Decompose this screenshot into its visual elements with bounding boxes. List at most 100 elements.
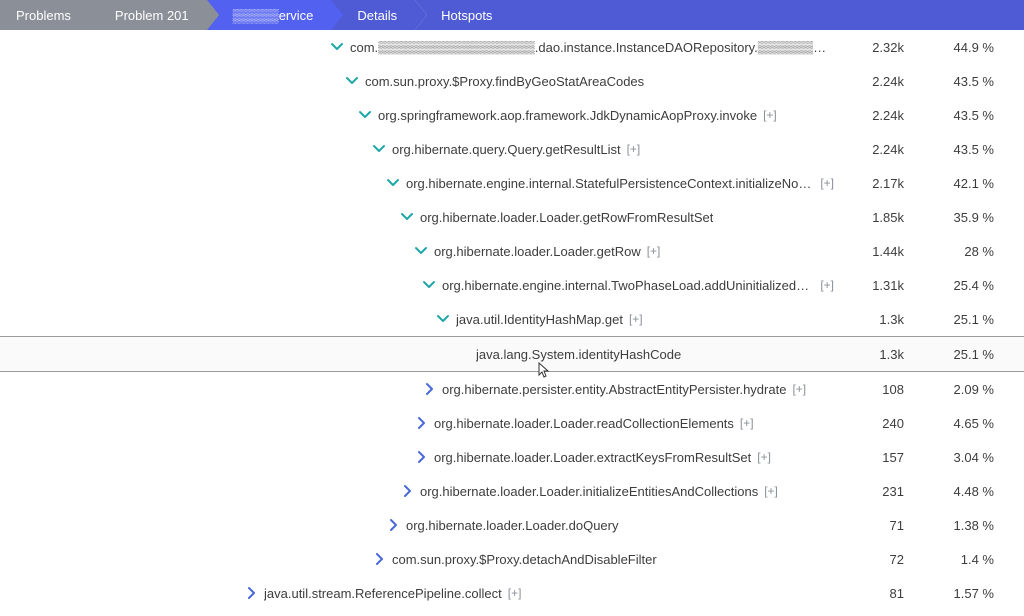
- tree-row-name[interactable]: org.hibernate.loader.Loader.getRow: [434, 244, 641, 259]
- calls-value: 2.32k: [834, 40, 914, 55]
- tree-row-name[interactable]: org.hibernate.engine.internal.StatefulPe…: [406, 176, 814, 191]
- tree-row-name[interactable]: org.hibernate.engine.internal.TwoPhaseLo…: [442, 278, 814, 293]
- breadcrumb-label: Problem 201: [115, 8, 189, 23]
- percent-value: 4.48 %: [914, 484, 1024, 499]
- tree-row[interactable]: org.hibernate.loader.Loader.getRowFromRe…: [0, 200, 1024, 234]
- tree-row-label-area: org.hibernate.loader.Loader.extractKeysF…: [0, 450, 834, 465]
- calls-value: 2.24k: [834, 74, 914, 89]
- breadcrumb-label: Problems: [16, 8, 71, 23]
- tree-row-name[interactable]: org.hibernate.loader.Loader.getRowFromRe…: [420, 210, 713, 225]
- percent-value: 4.65 %: [914, 416, 1024, 431]
- tree-row-label-area: org.hibernate.persister.entity.AbstractE…: [0, 382, 834, 397]
- expand-plus-icon[interactable]: [+]: [757, 450, 771, 464]
- tree-row-label-area: com.sun.proxy.$Proxy.findByGeoStatAreaCo…: [0, 74, 834, 89]
- chevron-down-icon[interactable]: [400, 210, 414, 224]
- tree-row-name[interactable]: com.sun.proxy.$Proxy.detachAndDisableFil…: [392, 552, 657, 567]
- tree-row[interactable]: java.util.stream.ReferencePipeline.colle…: [0, 576, 1024, 610]
- tree-row-name[interactable]: com.▒▒▒▒▒▒▒▒▒▒▒▒▒▒▒▒▒.dao.instance.Insta…: [350, 40, 834, 55]
- tree-row-name[interactable]: org.hibernate.query.Query.getResultList: [392, 142, 621, 157]
- expand-plus-icon[interactable]: [+]: [820, 176, 834, 190]
- tree-row[interactable]: org.hibernate.loader.Loader.getRow [+] 1.4…: [0, 234, 1024, 268]
- expand-plus-icon[interactable]: [+]: [508, 586, 522, 600]
- expand-plus-icon[interactable]: [+]: [763, 108, 777, 122]
- chevron-down-icon[interactable]: [345, 74, 359, 88]
- percent-value: 28 %: [914, 244, 1024, 259]
- tree-row[interactable]: com.sun.proxy.$Proxy.detachAndDisableFil…: [0, 542, 1024, 576]
- tree-row-name[interactable]: org.hibernate.loader.Loader.initializeEn…: [420, 484, 758, 499]
- expand-plus-icon[interactable]: [+]: [647, 244, 661, 258]
- tree-row-name[interactable]: org.hibernate.loader.Loader.extractKeysF…: [434, 450, 751, 465]
- calls-value: 1.3k: [834, 347, 914, 362]
- breadcrumbs: Problems Problem 201 ▒▒▒▒▒ervice Details Hot…: [0, 0, 1024, 30]
- tree-row-name[interactable]: org.hibernate.loader.Loader.readCollecti…: [434, 416, 734, 431]
- tree-row[interactable]: org.hibernate.persister.entity.AbstractE…: [0, 372, 1024, 406]
- tree-row[interactable]: org.springframework.aop.framework.JdkDyn…: [0, 98, 1024, 132]
- expand-plus-icon[interactable]: [+]: [820, 278, 834, 292]
- calls-value: 1.44k: [834, 244, 914, 259]
- tree-row-name[interactable]: java.util.IdentityHashMap.get: [456, 312, 623, 327]
- tree-row-label-area: org.hibernate.engine.internal.StatefulPe…: [0, 176, 834, 191]
- tree-row-name[interactable]: java.util.stream.ReferencePipeline.colle…: [264, 586, 502, 601]
- chevron-down-icon[interactable]: [372, 142, 386, 156]
- tree-row[interactable]: org.hibernate.query.Query.getResultList […: [0, 132, 1024, 166]
- tree-row-label-area: org.hibernate.loader.Loader.doQuery: [0, 518, 834, 533]
- tree-row-name[interactable]: org.springframework.aop.framework.JdkDyn…: [378, 108, 757, 123]
- chevron-right-icon[interactable]: [386, 518, 400, 532]
- percent-value: 44.9 %: [914, 40, 1024, 55]
- chevron-down-icon[interactable]: [330, 40, 344, 54]
- calls-value: 1.3k: [834, 312, 914, 327]
- chevron-right-icon[interactable]: [244, 586, 258, 600]
- hotspot-tree: com.▒▒▒▒▒▒▒▒▒▒▒▒▒▒▒▒▒.dao.instance.Insta…: [0, 30, 1024, 616]
- expand-plus-icon[interactable]: [+]: [627, 142, 641, 156]
- tree-row-label-area: java.lang.System.identityHashCode: [0, 347, 834, 362]
- tree-row-name[interactable]: com.sun.proxy.$Proxy.findByGeoStatAreaCo…: [365, 74, 644, 89]
- breadcrumb-item[interactable]: Hotspots: [415, 0, 510, 30]
- chevron-right-icon[interactable]: [414, 416, 428, 430]
- tree-row-label-area: org.hibernate.loader.Loader.readCollecti…: [0, 416, 834, 431]
- tree-row-label-area: org.hibernate.query.Query.getResultList […: [0, 142, 834, 157]
- calls-value: 2.24k: [834, 108, 914, 123]
- calls-value: 2.17k: [834, 176, 914, 191]
- chevron-down-icon[interactable]: [436, 312, 450, 326]
- breadcrumb-label: ▒▒▒▒▒ervice: [233, 8, 314, 23]
- chevron-right-icon[interactable]: [372, 552, 386, 566]
- tree-row[interactable]: org.hibernate.loader.Loader.doQuery711.3…: [0, 508, 1024, 542]
- tree-row[interactable]: java.util.IdentityHashMap.get [+] 1.3k25.1…: [0, 302, 1024, 336]
- tree-row[interactable]: java.lang.System.identityHashCode1.3k25.…: [0, 336, 1024, 372]
- expand-plus-icon[interactable]: [+]: [764, 484, 778, 498]
- percent-value: 3.04 %: [914, 450, 1024, 465]
- tree-row[interactable]: org.hibernate.engine.internal.TwoPhaseLo…: [0, 268, 1024, 302]
- tree-row[interactable]: org.hibernate.engine.internal.StatefulPe…: [0, 166, 1024, 200]
- breadcrumb-item[interactable]: Problem 201: [89, 0, 207, 30]
- breadcrumb-item[interactable]: Details: [331, 0, 415, 30]
- breadcrumb-item[interactable]: Problems: [0, 0, 89, 30]
- calls-value: 81: [834, 586, 914, 601]
- percent-value: 35.9 %: [914, 210, 1024, 225]
- chevron-right-icon[interactable]: [400, 484, 414, 498]
- tree-row[interactable]: org.hibernate.loader.Loader.initializeEn…: [0, 474, 1024, 508]
- chevron-down-icon[interactable]: [414, 244, 428, 258]
- expand-plus-icon[interactable]: [+]: [792, 382, 806, 396]
- breadcrumb-label: Hotspots: [441, 8, 492, 23]
- chevron-down-icon[interactable]: [422, 278, 436, 292]
- chevron-down-icon[interactable]: [386, 176, 400, 190]
- tree-row-name[interactable]: org.hibernate.loader.Loader.doQuery: [406, 518, 619, 533]
- calls-value: 108: [834, 382, 914, 397]
- calls-value: 71: [834, 518, 914, 533]
- chevron-down-icon[interactable]: [358, 108, 372, 122]
- tree-row-label-area: com.▒▒▒▒▒▒▒▒▒▒▒▒▒▒▒▒▒.dao.instance.Insta…: [0, 40, 834, 55]
- tree-row-label-area: org.hibernate.engine.internal.TwoPhaseLo…: [0, 278, 834, 293]
- chevron-right-icon[interactable]: [422, 382, 436, 396]
- tree-row[interactable]: com.▒▒▒▒▒▒▒▒▒▒▒▒▒▒▒▒▒.dao.instance.Insta…: [0, 30, 1024, 64]
- breadcrumb-item[interactable]: ▒▒▒▒▒ervice: [207, 0, 332, 30]
- tree-row[interactable]: org.hibernate.loader.Loader.extractKeysF…: [0, 440, 1024, 474]
- expand-plus-icon[interactable]: [+]: [740, 416, 754, 430]
- expand-plus-icon[interactable]: [+]: [629, 312, 643, 326]
- chevron-right-icon[interactable]: [414, 450, 428, 464]
- calls-value: 231: [834, 484, 914, 499]
- tree-row[interactable]: com.sun.proxy.$Proxy.findByGeoStatAreaCo…: [0, 64, 1024, 98]
- percent-value: 25.1 %: [914, 312, 1024, 327]
- tree-row-name[interactable]: java.lang.System.identityHashCode: [476, 347, 681, 362]
- tree-row[interactable]: org.hibernate.loader.Loader.readCollecti…: [0, 406, 1024, 440]
- tree-row-name[interactable]: org.hibernate.persister.entity.AbstractE…: [442, 382, 786, 397]
